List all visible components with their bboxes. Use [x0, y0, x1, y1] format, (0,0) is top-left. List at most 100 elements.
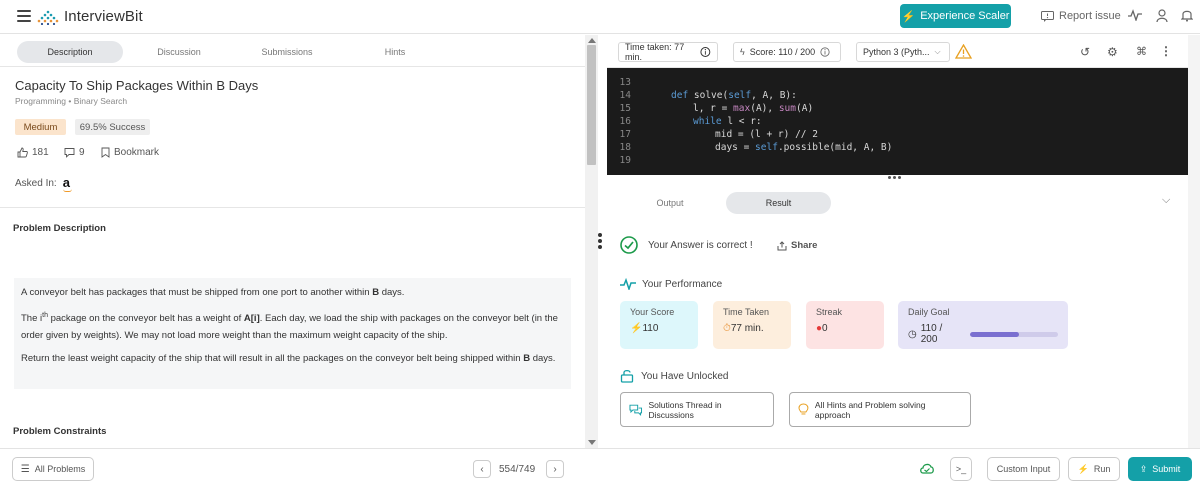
daily-goal-progress-fill	[970, 331, 1019, 337]
pulse-icon	[620, 278, 636, 290]
experience-scaler-label: Experience Scaler	[920, 10, 1010, 22]
list-icon: ☰	[20, 463, 30, 475]
like-count: 181	[32, 147, 49, 158]
unlocked-label: You Have Unlocked	[641, 370, 729, 382]
hints-approach-label: All Hints and Problem solving approach	[814, 399, 926, 420]
code-editor[interactable]: 13 14 15 16 17 18 19 def solve(self, A, …	[607, 68, 1188, 175]
submit-label: Submit	[1152, 464, 1181, 474]
tab-discussion[interactable]: Discussion	[142, 41, 216, 63]
logo-text: InterviewBit	[64, 8, 143, 25]
chevron-down-icon: ⌵	[934, 47, 941, 56]
comment-count: 9	[79, 147, 85, 158]
more-options-icon[interactable]: ⋮	[1160, 44, 1172, 58]
problem-panel: Description Discussion Submissions Hints…	[0, 35, 600, 448]
time-taken: Time taken: 77 min.	[618, 42, 718, 62]
difficulty-badge: Medium	[15, 119, 66, 135]
run-bolt-icon: ⚡	[1077, 463, 1089, 474]
submit-button[interactable]: ⇪ Submit	[1128, 457, 1192, 481]
previous-problem-button[interactable]: ‹	[473, 460, 491, 478]
scroll-down-arrow[interactable]	[588, 440, 596, 445]
user-icon[interactable]	[1155, 9, 1169, 23]
line-number: 18	[619, 142, 631, 153]
all-problems-button[interactable]: ☰ All Problems	[12, 457, 94, 481]
all-problems-label: All Problems	[34, 464, 86, 474]
amazon-logo: a	[62, 175, 72, 192]
tab-output[interactable]: Output	[640, 192, 700, 214]
warning-icon[interactable]	[955, 44, 972, 59]
chat-icon	[629, 404, 643, 416]
language-select[interactable]: Python 3 (Pyth... ⌵	[856, 42, 950, 62]
score-card-label: Your Score	[630, 307, 675, 317]
run-button[interactable]: ⚡ Run	[1068, 457, 1120, 481]
streak-card: Streak ●0	[806, 301, 884, 349]
line-number: 19	[619, 155, 631, 166]
solutions-thread-button[interactable]: Solutions Thread in Discussions	[620, 392, 774, 427]
notification-icon[interactable]	[1180, 9, 1194, 23]
editor-resize-handle[interactable]	[888, 176, 901, 179]
code-line-17: mid = (l + r) // 2	[715, 129, 818, 140]
streak-card-value: 0	[822, 323, 828, 334]
line-number: 13	[619, 77, 631, 88]
bolt-icon: ϟ	[740, 47, 745, 57]
check-circle-icon	[620, 236, 638, 254]
like-button[interactable]: 181	[17, 147, 49, 158]
right-panel-scrollbar[interactable]	[1188, 35, 1200, 448]
info-icon[interactable]	[700, 46, 711, 58]
line-number: 16	[619, 116, 631, 127]
performance-label: Your Performance	[642, 278, 723, 290]
daily-goal-card: Daily Goal ◷ 110 / 200	[898, 301, 1068, 349]
top-bar: InterviewBit ⚡ Experience Scaler Report …	[0, 0, 1200, 34]
performance-heading: Your Performance	[620, 278, 722, 290]
experience-scaler-button[interactable]: ⚡ Experience Scaler	[900, 4, 1011, 28]
tab-hints[interactable]: Hints	[370, 41, 420, 63]
collapse-chevron-icon[interactable]: ⌵	[1162, 194, 1170, 207]
time-card-value: 77 min.	[730, 323, 764, 334]
problem-panel-scrollbar[interactable]	[585, 35, 598, 448]
hints-approach-button[interactable]: All Hints and Problem solving approach	[789, 392, 971, 427]
console-button[interactable]: >_	[950, 457, 972, 481]
code-line-18: days = self.possible(mid, A, B)	[715, 142, 893, 153]
next-problem-button[interactable]: ›	[546, 460, 564, 478]
chevron-right-icon: ›	[553, 463, 557, 475]
scrollbar-thumb[interactable]	[587, 45, 596, 165]
time-card-label: Time Taken	[723, 307, 770, 317]
thumbs-up-icon	[17, 147, 28, 158]
custom-input-button[interactable]: Custom Input	[987, 457, 1060, 481]
activity-icon[interactable]	[1128, 9, 1142, 23]
output-tabs: Output Result ⌵	[620, 192, 1180, 214]
settings-icon[interactable]: ⚙	[1107, 45, 1118, 59]
status-cloud-icon[interactable]	[919, 462, 935, 474]
score-card-value-row: ⚡110	[630, 323, 688, 334]
shortcuts-icon[interactable]: ⌘	[1136, 45, 1147, 58]
report-issue-button[interactable]: Report issue	[1041, 10, 1121, 22]
logo[interactable]: InterviewBit	[36, 8, 143, 25]
result-message: Your Answer is correct !	[620, 236, 753, 254]
daily-goal-progress-bar	[970, 331, 1058, 337]
problem-tabs: Description Discussion Submissions Hints	[0, 35, 585, 67]
goal-gauge-icon: ◷	[908, 328, 917, 340]
share-button[interactable]: Share	[777, 240, 817, 251]
lightning-icon: ⚡	[901, 10, 916, 23]
amazon-smile-icon	[62, 189, 72, 192]
scroll-up-arrow[interactable]	[588, 38, 596, 43]
score-card-value: 110	[642, 323, 659, 334]
tab-submissions[interactable]: Submissions	[252, 41, 322, 63]
breadcrumb-binary-search[interactable]: Binary Search	[74, 96, 127, 106]
line-number: 17	[619, 129, 631, 140]
tab-description[interactable]: Description	[17, 41, 123, 63]
tab-result[interactable]: Result	[726, 192, 831, 214]
comments-button[interactable]: 9	[64, 147, 85, 158]
breadcrumb-programming[interactable]: Programming	[15, 96, 66, 106]
custom-input-label: Custom Input	[996, 464, 1051, 474]
reset-icon[interactable]: ↺	[1080, 45, 1090, 59]
score-info-icon[interactable]	[820, 47, 830, 57]
timer-icon: ⏱	[723, 323, 731, 334]
divider	[0, 207, 585, 208]
menu-icon[interactable]	[17, 10, 31, 22]
unlocked-heading: You Have Unlocked	[620, 369, 728, 383]
breadcrumb: Programming • Binary Search	[15, 96, 127, 106]
lightbulb-icon	[798, 403, 809, 415]
bookmark-button[interactable]: Bookmark	[101, 147, 159, 158]
time-card-value-row: ⏱77 min.	[723, 323, 781, 334]
panel-resize-handle[interactable]	[598, 233, 604, 251]
